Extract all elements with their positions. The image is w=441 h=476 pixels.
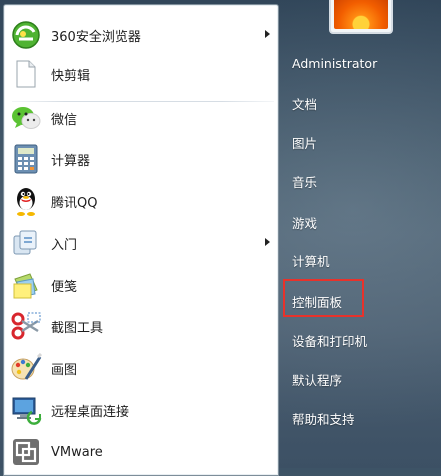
program-item-wechat[interactable]: 微信: [4, 98, 278, 138]
right-item-documents[interactable]: 文档: [292, 94, 317, 113]
program-label: 远程桌面连接: [51, 404, 130, 420]
control-panel-highlight-box: [283, 279, 364, 317]
program-label: VMware: [51, 444, 103, 460]
right-item-music[interactable]: 音乐: [292, 172, 317, 191]
getting-started-icon: [10, 227, 42, 259]
user-avatar-image: [334, 0, 388, 29]
start-menu-programs-pane: 360安全浏览器 快剪辑 微信 计算器 腾讯QQ 入门 便笺 截图工具 画图 远…: [3, 4, 279, 476]
program-label: 腾讯QQ: [51, 195, 98, 211]
program-label: 截图工具: [51, 320, 104, 336]
right-item-default-programs[interactable]: 默认程序: [292, 370, 342, 389]
calculator-icon: [10, 143, 42, 175]
program-label: 便笺: [51, 279, 78, 295]
program-label: 计算器: [51, 153, 91, 169]
document-icon: [10, 58, 42, 90]
program-item-snipping-tool[interactable]: 截图工具: [4, 306, 278, 346]
program-item-sticky-notes[interactable]: 便笺: [4, 265, 278, 305]
360-browser-icon: [10, 19, 42, 51]
wechat-icon: [10, 102, 42, 134]
program-label: 360安全浏览器: [51, 29, 141, 45]
program-label: 微信: [51, 112, 78, 128]
qq-penguin-icon: [10, 185, 42, 217]
program-label: 画图: [51, 362, 78, 378]
right-item-devices-printers[interactable]: 设备和打印机: [292, 331, 367, 350]
program-item-qq[interactable]: 腾讯QQ: [4, 181, 278, 221]
remote-desktop-icon: [10, 394, 42, 426]
user-avatar[interactable]: [329, 0, 393, 34]
program-item-360-browser[interactable]: 360安全浏览器: [4, 15, 278, 55]
program-item-getting-started[interactable]: 入门: [4, 223, 278, 263]
program-item-vmware[interactable]: VMware: [4, 432, 278, 472]
right-item-pictures[interactable]: 图片: [292, 133, 317, 152]
vmware-icon: [10, 436, 42, 468]
program-item-paint[interactable]: 画图: [4, 348, 278, 388]
program-label: 入门: [51, 237, 78, 253]
right-item-computer[interactable]: 计算机: [292, 251, 330, 270]
right-item-games[interactable]: 游戏: [292, 213, 317, 232]
submenu-arrow-icon: [265, 30, 270, 38]
paint-icon: [10, 352, 42, 384]
program-item-calculator[interactable]: 计算器: [4, 139, 278, 179]
snipping-tool-icon: [10, 310, 42, 342]
submenu-arrow-icon: [265, 238, 270, 246]
program-item-kuaijianji[interactable]: 快剪辑: [4, 54, 278, 94]
sticky-notes-icon: [10, 269, 42, 301]
program-label: 快剪辑: [51, 68, 91, 84]
right-item-help-support[interactable]: 帮助和支持: [292, 409, 355, 428]
user-name-link[interactable]: Administrator: [292, 56, 377, 71]
program-item-remote-desktop[interactable]: 远程桌面连接: [4, 390, 278, 430]
